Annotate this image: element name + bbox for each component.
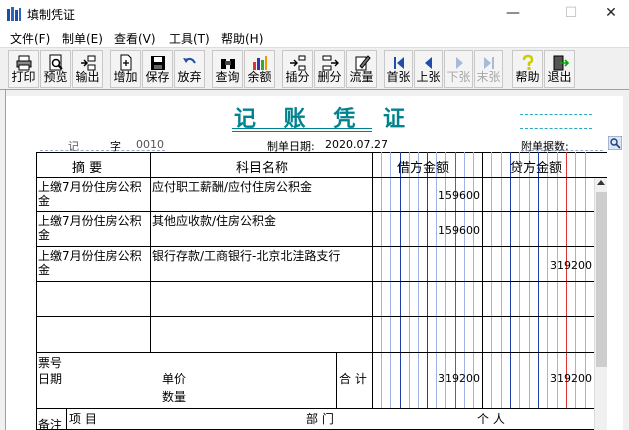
date-field[interactable]: 2020.07.27 — [325, 138, 388, 151]
credit-column-header: 贷方金额 — [510, 161, 563, 176]
column-rule — [150, 152, 151, 353]
total-label: 合 计 — [339, 372, 367, 386]
discard-button[interactable]: 放弃 — [174, 50, 205, 88]
summary-cell[interactable]: 上缴7月份住房公积金 — [38, 180, 148, 208]
footer-date-label: 日期 — [38, 372, 63, 386]
minimize-button[interactable]: — — [490, 0, 536, 27]
account-cell[interactable]: 应付职工薪酬/应付住房公积金 — [152, 180, 370, 194]
debit-cell[interactable]: 159600 — [374, 189, 480, 202]
ticket-number-label: 票号 — [38, 356, 63, 370]
column-rule — [336, 352, 337, 409]
menu-view[interactable]: 查看(V) — [114, 30, 156, 47]
toolbar: 打印 预览 输出 增加 保存 放弃 查询 余额 插分 删分 流量 首张 上张 下… — [0, 47, 629, 90]
delete-row-button[interactable]: 删分 — [314, 50, 345, 88]
preview-button[interactable]: 预览 — [40, 50, 71, 88]
print-button[interactable]: 打印 — [8, 50, 39, 88]
row-rule — [36, 352, 594, 353]
magnifier-icon[interactable] — [608, 136, 622, 150]
summary-cell[interactable]: 上缴7月份住房公积金 — [38, 214, 148, 242]
close-button[interactable]: ✕ — [593, 0, 629, 27]
scrollbar-thumb[interactable] — [596, 192, 607, 367]
title-bar: 填制凭证 — ☐ ✕ — [0, 0, 629, 27]
header-row-rule — [36, 177, 607, 178]
balance-button[interactable]: 余额 — [244, 50, 275, 88]
summary-column-header: 摘 要 — [72, 161, 103, 176]
add-button[interactable]: 增加 — [110, 50, 141, 88]
row-rule — [36, 246, 594, 247]
unit-price-label: 单价 — [162, 372, 187, 386]
quantity-label: 数量 — [162, 390, 187, 404]
menu-file[interactable]: 文件(F) — [10, 30, 50, 47]
column-rule — [372, 152, 373, 409]
credit-cell[interactable]: 319200 — [484, 259, 592, 272]
column-rule — [482, 152, 483, 409]
maximize-button[interactable]: ☐ — [548, 0, 594, 27]
first-button[interactable]: 首张 — [384, 50, 413, 88]
save-button[interactable]: 保存 — [142, 50, 173, 88]
title-underline — [232, 131, 372, 132]
flow-button[interactable]: 流量 — [346, 50, 377, 88]
account-cell[interactable]: 其他应收款/住房公积金 — [152, 214, 370, 228]
notes-label: 备注 — [38, 418, 63, 430]
next-button[interactable]: 下张 — [444, 50, 473, 88]
item-label: 项 目 — [69, 412, 97, 426]
header-underline — [40, 150, 165, 151]
help-button[interactable]: 帮助 — [512, 50, 543, 88]
export-button[interactable]: 输出 — [72, 50, 103, 88]
app-icon — [7, 7, 21, 21]
menu-tools[interactable]: 工具(T) — [169, 30, 210, 47]
debit-column-header: 借方金额 — [397, 161, 450, 176]
insert-row-button[interactable]: 插分 — [282, 50, 313, 88]
person-label: 个 人 — [477, 412, 505, 426]
dashed-line — [520, 128, 592, 129]
last-button[interactable]: 末张 — [474, 50, 503, 88]
query-button[interactable]: 查询 — [212, 50, 243, 88]
menu-help[interactable]: 帮助(H) — [221, 30, 263, 47]
exit-button[interactable]: 退出 — [544, 50, 575, 88]
title-underline — [232, 128, 372, 129]
row-rule — [36, 281, 594, 282]
scroll-up-icon[interactable] — [597, 180, 605, 185]
debit-cell[interactable]: 159600 — [374, 224, 480, 237]
total-debit: 319200 — [438, 372, 480, 385]
prev-button[interactable]: 上张 — [414, 50, 443, 88]
dashed-line — [520, 114, 592, 115]
menu-bar: 文件(F) 制单(E) 查看(V) 工具(T) 帮助(H) — [0, 27, 629, 47]
account-column-header: 科目名称 — [236, 161, 289, 176]
window-title: 填制凭证 — [27, 8, 76, 22]
row-rule — [36, 211, 594, 212]
total-credit: 319200 — [550, 372, 592, 385]
row-rule — [36, 408, 594, 409]
attachments-underline — [521, 150, 603, 151]
department-label: 部 门 — [306, 412, 334, 426]
vertical-scrollbar[interactable] — [594, 178, 607, 430]
account-cell[interactable]: 银行存款/工商银行-北京北洼路支行 — [152, 249, 370, 263]
summary-cell[interactable]: 上缴7月份住房公积金 — [38, 249, 148, 277]
column-rule — [66, 408, 67, 430]
row-rule — [36, 316, 594, 317]
menu-voucher[interactable]: 制单(E) — [62, 30, 103, 47]
